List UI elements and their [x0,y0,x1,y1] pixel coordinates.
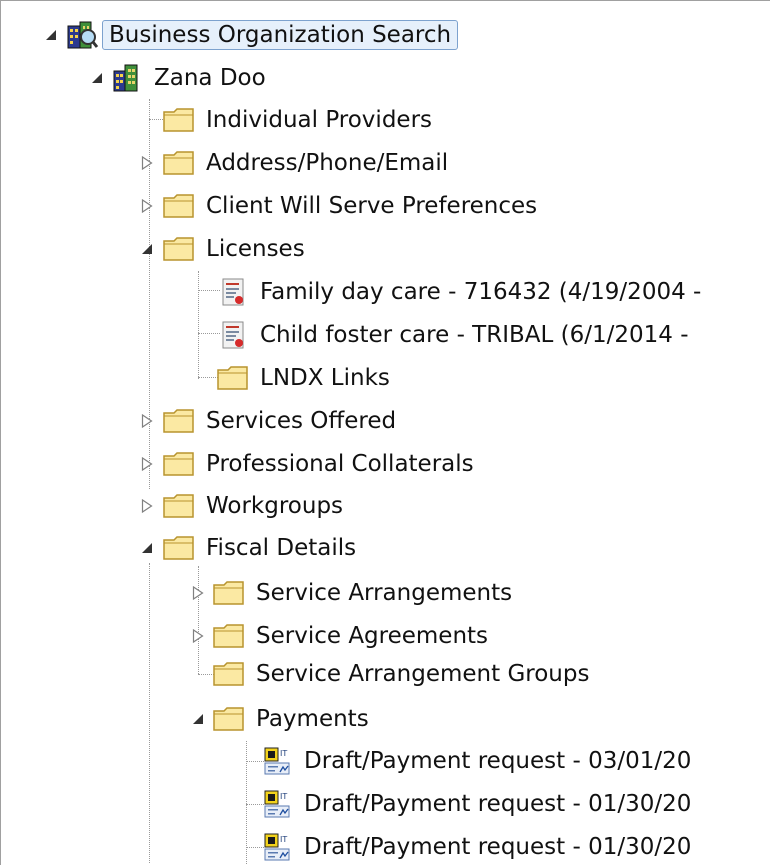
folder-icon [161,105,197,135]
tree-node-label: Draft/Payment request - 01/30/20 [304,791,692,817]
expand-arrow-icon[interactable] [190,585,206,601]
expand-arrow-icon[interactable] [190,628,206,644]
tree-node-payments[interactable]: Payments [211,702,376,736]
tree-node-label: Client Will Serve Preferences [206,193,538,219]
tree-node-label: Service Agreements [256,623,489,649]
collapse-arrow-icon[interactable] [190,711,206,727]
search-building-icon [64,20,100,50]
tree-node-label: Child foster care - TRIBAL (6/1/2014 - [260,322,689,348]
tree-connector-line [149,563,150,863]
tree-node-workgroups[interactable]: Workgroups [161,489,350,523]
tree-node-service-arrangement-groups[interactable]: Service Arrangement Groups [211,657,596,691]
tree-node-label: Payments [256,706,369,732]
folder-icon [211,621,247,651]
tree-node-payment-request[interactable]: IT Draft/Payment request - 01/30/20 [259,830,698,864]
folder-icon [161,449,197,479]
tree-node-services-offered[interactable]: Services Offered [161,404,403,438]
tree-node-label: Services Offered [206,408,397,434]
tree-node-zana-doo[interactable]: Zana Doo [109,61,273,95]
folder-icon [161,191,197,221]
folder-icon [161,148,197,178]
tree-node-license-child-foster-care[interactable]: Child foster care - TRIBAL (6/1/2014 - [215,318,696,352]
tree-node-label: Service Arrangement Groups [256,661,590,687]
tree-node-label: Draft/Payment request - 03/01/20 [304,748,692,774]
license-certificate-icon [215,277,251,307]
tree-node-licenses[interactable]: Licenses [161,232,312,266]
tree-node-label: Zana Doo [154,65,266,91]
folder-icon [211,659,247,689]
collapse-arrow-icon[interactable] [139,241,155,257]
tree-node-client-will-serve-preferences[interactable]: Client Will Serve Preferences [161,189,544,223]
tree-node-label: Service Arrangements [256,580,513,606]
expand-arrow-icon[interactable] [139,155,155,171]
collapse-arrow-icon[interactable] [43,27,59,43]
tree-node-fiscal-details[interactable]: Fiscal Details [161,531,363,565]
tree-node-label: Draft/Payment request - 01/30/20 [304,834,692,860]
tree-node-label: Fiscal Details [206,535,357,561]
tree-node-lndx-links[interactable]: LNDX Links [215,361,397,395]
tree-node-address-phone-email[interactable]: Address/Phone/Email [161,146,455,180]
collapse-arrow-icon[interactable] [139,540,155,556]
navigation-tree: Business Organization Search Zana Doo In… [0,0,770,865]
tree-node-professional-collaterals[interactable]: Professional Collaterals [161,447,481,481]
tree-node-label: LNDX Links [260,365,390,391]
tree-connector-line [198,271,199,379]
tree-node-service-arrangements[interactable]: Service Arrangements [211,576,519,610]
folder-icon [211,578,247,608]
svg-text:IT: IT [280,835,287,844]
building-icon [109,63,145,93]
tree-node-label: Workgroups [206,493,344,519]
expand-arrow-icon[interactable] [139,456,155,472]
folder-icon [215,363,251,393]
tree-node-service-agreements[interactable]: Service Agreements [211,619,495,653]
tree-node-label: Business Organization Search [102,20,459,50]
tree-node-label: Address/Phone/Email [206,150,449,176]
tree-connector-line [198,566,199,674]
folder-icon [161,491,197,521]
expand-arrow-icon[interactable] [139,498,155,514]
svg-text:IT: IT [280,749,287,758]
tree-node-label: Professional Collaterals [206,451,474,477]
tree-node-license-family-day-care[interactable]: Family day care - 716432 (4/19/2004 - [215,275,708,309]
payment-request-icon: IT [259,789,295,819]
svg-text:IT: IT [280,792,287,801]
folder-icon [161,234,197,264]
folder-icon [161,533,197,563]
collapse-arrow-icon[interactable] [89,70,105,86]
tree-node-label: Individual Providers [206,107,433,133]
folder-icon [211,704,247,734]
tree-node-payment-request[interactable]: IT Draft/Payment request - 01/30/20 [259,787,698,821]
tree-node-individual-providers[interactable]: Individual Providers [161,103,439,137]
expand-arrow-icon[interactable] [139,413,155,429]
expand-arrow-icon[interactable] [139,198,155,214]
payment-request-icon: IT [259,746,295,776]
tree-node-label: Licenses [206,236,305,262]
tree-node-payment-request[interactable]: IT Draft/Payment request - 03/01/20 [259,744,698,778]
payment-request-icon: IT [259,832,295,862]
folder-icon [161,406,197,436]
tree-node-business-organization-search[interactable]: Business Organization Search [64,18,459,52]
license-certificate-icon [215,320,251,350]
tree-node-label: Family day care - 716432 (4/19/2004 - [260,279,702,305]
